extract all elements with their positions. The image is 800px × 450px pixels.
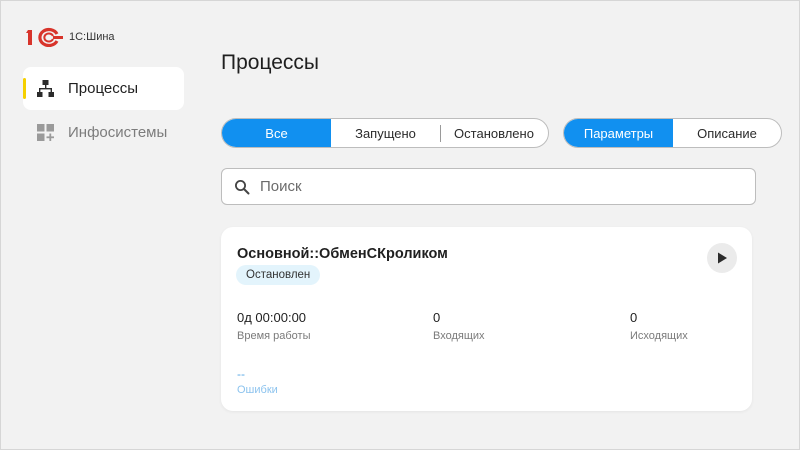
search-icon [235,179,250,194]
view-description-button[interactable]: Описание [673,119,781,147]
process-card: Основной::ОбменСКроликом Остановлен 0д 0… [221,227,752,411]
stat-value: 0д 00:00:00 [237,310,307,325]
errors-stat[interactable]: -- Ошибки [237,367,278,396]
stat-label: Входящих [433,330,485,342]
errors-label: Ошибки [237,384,278,396]
1c-logo-icon [26,27,63,47]
sidebar-item-label: Инфосистемы [68,124,168,141]
play-icon [718,252,727,264]
apps-add-icon [37,124,54,141]
page-title: Процессы [221,51,320,74]
stat-outgoing: 0 Исходящих [630,310,688,342]
search-box[interactable] [221,168,756,205]
stat-incoming: 0 Входящих [433,310,485,342]
brand: 1С:Шина [26,27,115,47]
errors-value: -- [237,367,245,381]
filter-all-button[interactable]: Все [222,119,331,147]
status-badge: Остановлен [236,265,321,285]
filter-stopped-button[interactable]: Остановлено [440,119,548,147]
filter-running-button[interactable]: Запущено [331,119,440,147]
stat-uptime: 0д 00:00:00 Время работы [237,310,311,342]
sidebar-item-label: Процессы [68,80,139,97]
view-params-button[interactable]: Параметры [564,119,673,147]
brand-name: 1С:Шина [69,31,115,43]
stat-label: Исходящих [630,330,688,342]
search-input[interactable] [260,178,720,195]
hierarchy-icon [37,80,54,97]
start-process-button[interactable] [707,243,737,273]
process-title: Основной::ОбменСКроликом [237,246,448,262]
sidebar-item-processes[interactable]: Процессы [23,67,184,110]
status-filter: Все Запущено Остановлено [221,118,549,148]
stat-value: 0 [630,310,638,325]
view-switch: Параметры Описание [563,118,782,148]
stat-label: Время работы [237,330,311,342]
stat-value: 0 [433,310,441,325]
sidebar-item-infosystems[interactable]: Инфосистемы [23,111,184,154]
